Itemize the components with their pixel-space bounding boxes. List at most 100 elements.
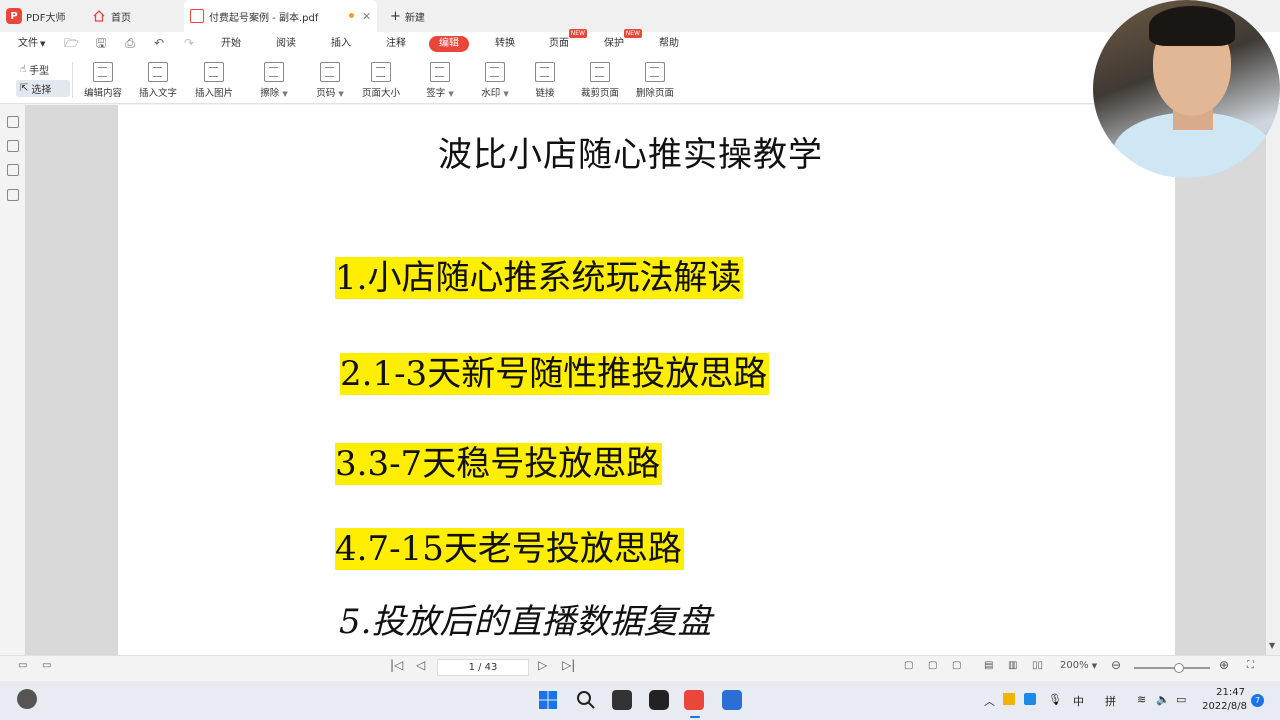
fit-width-icon[interactable]: ▢ — [928, 660, 937, 671]
fullscreen-icon[interactable]: ⛶ — [1247, 660, 1254, 671]
zoom-in-icon[interactable]: ⊕ — [1219, 658, 1229, 672]
tab-document[interactable]: 付费起号案例 - 副本.pdf ✕ — [184, 0, 377, 32]
select-tool-button[interactable]: ⇱ 选择 — [16, 80, 70, 97]
menu-page[interactable]: 页面 NEW — [549, 29, 587, 52]
bookmark-icon[interactable] — [7, 116, 19, 128]
outline-item-5: 5.投放后的直播数据复盘 — [339, 602, 712, 642]
edit-toolbar: ☝ 手型 ⇱ 选择 编辑内容 插入文字 插入图片 擦除 ▼ 页码 ▼ 页面大小 签字 ▼ … — [0, 56, 1280, 104]
pdf-master-taskbar-icon[interactable] — [684, 690, 704, 710]
actual-size-icon[interactable]: ▢ — [952, 660, 961, 671]
zoom-select[interactable]: 200% ▼ — [1060, 660, 1097, 671]
menu-start[interactable]: 开始 — [221, 36, 241, 52]
page-number-input[interactable]: 1 / 43 — [437, 659, 529, 676]
comments-icon[interactable] — [7, 164, 19, 176]
caret-down-icon[interactable]: ▼ — [503, 90, 508, 98]
cursor-icon: ⇱ — [20, 83, 29, 94]
page-icon[interactable]: ▭ — [42, 660, 51, 671]
volume-icon[interactable]: 🔈 — [1156, 693, 1170, 706]
insert-text-button[interactable]: 插入文字 — [128, 60, 188, 100]
caret-down-icon[interactable]: ▼ — [282, 90, 287, 98]
single-page-icon[interactable]: ▭ — [18, 660, 27, 671]
menu-bar: 文件 ▼ 🗁 🖫 ⎙ ↶ ↷ 开始 阅读 插入 注释 编辑 转换 页面 NEW 保护… — [0, 29, 1280, 56]
fit-page-icon[interactable]: ▢ — [904, 660, 913, 671]
insert-text-icon — [148, 62, 168, 82]
tool-label: 插入图片 — [194, 88, 233, 99]
tool-label: 删除页面 — [635, 88, 674, 99]
menu-help[interactable]: 帮助 — [659, 36, 679, 52]
menu-protect[interactable]: 保护 NEW — [604, 29, 642, 52]
outline-item-3: 3.3-7天稳号投放思路 — [335, 443, 663, 485]
clock-date[interactable]: 2022/8/8 — [1199, 701, 1247, 712]
tray-expand-icon[interactable]: ︿ — [984, 693, 995, 709]
next-page-icon[interactable]: ▷ — [538, 658, 547, 672]
webcam-overlay — [1093, 0, 1280, 178]
outline-item-4: 4.7-15天老号投放思路 — [335, 528, 684, 570]
new-tab-button[interactable]: + 新建 — [390, 0, 425, 32]
os-taskbar: ︿ 🎙 中 拼 ≋ 🔈 ▭ 21:47 2022/8/8 7 — [0, 681, 1280, 720]
microphone-icon[interactable]: 🎙 — [1048, 693, 1062, 706]
prev-page-icon[interactable]: ◁ — [416, 658, 425, 672]
ime-mode[interactable]: 拼 — [1105, 693, 1116, 709]
scroll-down-icon[interactable]: ▼ — [1269, 641, 1275, 650]
app-bubble-icon[interactable] — [17, 689, 37, 709]
tab-home[interactable]: 首页 — [92, 0, 172, 32]
undo-icon[interactable]: ↶ — [152, 36, 166, 50]
eraser-button[interactable]: 擦除 ▼ — [244, 60, 304, 100]
menu-edit[interactable]: 编辑 — [429, 36, 469, 52]
pdf-page[interactable]: 波比小店随心推实操教学 1.小店随心推系统玩法解读 2.1-3天新号随性推投放思… — [118, 105, 1175, 655]
delete-page-button[interactable]: 删除页面 — [625, 60, 685, 100]
continuous-view-icon[interactable]: ▥ — [1008, 660, 1017, 671]
tool-label: 链接 — [535, 88, 555, 99]
search-icon[interactable] — [576, 690, 596, 710]
status-bar: ▭ ▭ |◁ ◁ 1 / 43 ▷ ▷| ▢ ▢ ▢ ▤ ▥ ▯▯ 200% ▼… — [0, 655, 1280, 680]
start-icon[interactable] — [538, 690, 558, 710]
wps-icon[interactable] — [722, 690, 742, 710]
tray-app-icon[interactable] — [1024, 693, 1036, 705]
tray-app-icon[interactable] — [1003, 693, 1015, 705]
save-icon[interactable]: 🖫 — [94, 36, 108, 50]
zoom-slider[interactable] — [1134, 663, 1210, 673]
caret-down-icon[interactable]: ▼ — [448, 90, 453, 98]
menu-read[interactable]: 阅读 — [276, 36, 296, 52]
print-icon[interactable]: ⎙ — [123, 36, 137, 50]
signature-button[interactable]: 签字 ▼ — [410, 60, 470, 100]
battery-icon[interactable]: ▭ — [1176, 693, 1186, 706]
menu-convert[interactable]: 转换 — [495, 36, 515, 52]
clock-time[interactable]: 21:47 — [1205, 687, 1245, 698]
open-icon[interactable]: 🗁 — [64, 36, 79, 50]
page-size-button[interactable]: 页面大小 — [351, 60, 411, 100]
signature-icon — [430, 62, 450, 82]
new-badge: NEW — [623, 29, 642, 38]
first-page-icon[interactable]: |◁ — [390, 658, 403, 672]
notification-badge[interactable]: 7 — [1251, 694, 1264, 707]
zoom-slider-thumb[interactable] — [1174, 663, 1184, 673]
hand-tool-button[interactable]: ☝ 手型 — [16, 61, 70, 78]
menu-insert[interactable]: 插入 — [331, 36, 351, 52]
app-logo[interactable]: P PDF大师 — [6, 0, 65, 32]
two-page-view-icon[interactable]: ▯▯ — [1032, 660, 1043, 671]
wifi-icon[interactable]: ≋ — [1137, 693, 1146, 706]
tool-label: 插入文字 — [138, 88, 177, 99]
task-view-icon[interactable] — [612, 690, 632, 710]
vertical-scrollbar[interactable]: ▼ — [1266, 105, 1280, 655]
link-button[interactable]: 链接 — [515, 60, 575, 100]
file-menu[interactable]: 文件 ▼ — [18, 36, 45, 52]
tool-label: 水印 — [481, 88, 501, 99]
edit-content-button[interactable]: 编辑内容 — [73, 60, 133, 100]
caret-down-icon[interactable]: ▼ — [338, 90, 343, 98]
close-tab-icon[interactable]: ✕ — [362, 10, 371, 23]
search-icon[interactable] — [7, 189, 19, 201]
single-view-icon[interactable]: ▤ — [984, 660, 993, 671]
crop-page-button[interactable]: 裁剪页面 — [570, 60, 630, 100]
plus-icon: + — [390, 8, 401, 24]
menu-annotate[interactable]: 注释 — [386, 36, 406, 52]
last-page-icon[interactable]: ▷| — [562, 658, 575, 672]
thumbnails-icon[interactable] — [7, 140, 19, 152]
video-app-icon[interactable] — [649, 690, 669, 710]
zoom-out-icon[interactable]: ⊖ — [1111, 658, 1121, 672]
file-menu-label: 文件 — [18, 38, 38, 49]
insert-image-button[interactable]: 插入图片 — [184, 60, 244, 100]
app-name: PDF大师 — [26, 12, 66, 24]
redo-icon[interactable]: ↷ — [182, 36, 196, 50]
ime-language[interactable]: 中 — [1073, 693, 1084, 709]
